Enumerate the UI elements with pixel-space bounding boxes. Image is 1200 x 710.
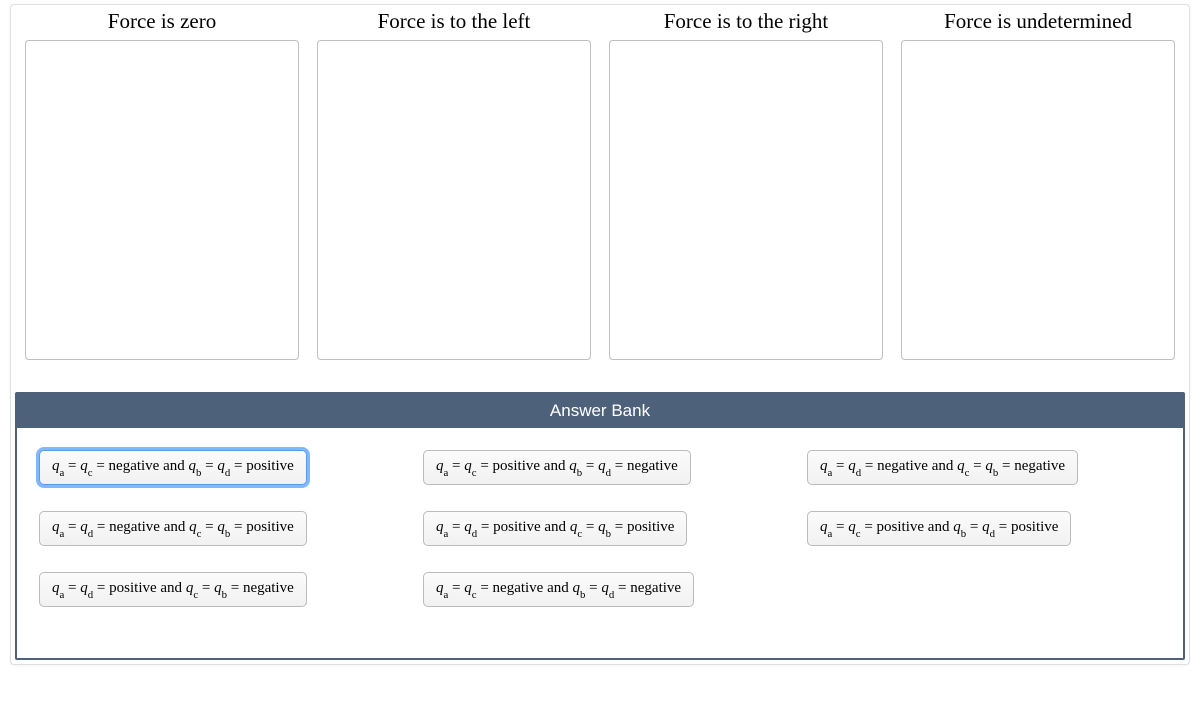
sign-2: positive	[1011, 519, 1059, 535]
answer-chip[interactable]: qa = qc = negative and qb = qd = negativ…	[423, 572, 694, 607]
drop-column: Force is to the right	[609, 7, 883, 360]
drop-column-title: Force is to the left	[317, 7, 591, 40]
answer-chip[interactable]: qa = qd = negative and qc = qb = negativ…	[807, 450, 1078, 485]
sign-1: negative	[493, 580, 544, 596]
answer-bank-title: Answer Bank	[17, 394, 1183, 428]
drop-column-title: Force is to the right	[609, 7, 883, 40]
sign-2: positive	[246, 519, 294, 535]
sign-2: positive	[246, 458, 294, 474]
sign-2: negative	[627, 458, 678, 474]
answer-chip[interactable]: qa = qd = negative and qc = qb = positiv…	[39, 511, 307, 546]
answer-chip[interactable]: qa = qc = positive and qb = qd = positiv…	[807, 511, 1071, 546]
answer-bank-cell: qa = qc = negative and qb = qd = negativ…	[423, 572, 775, 607]
answer-bank-cell: qa = qd = positive and qc = qb = positiv…	[423, 511, 775, 546]
sign-1: positive	[493, 519, 541, 535]
drop-column-title: Force is undetermined	[901, 7, 1175, 40]
drop-zone-row: Force is zero Force is to the left Force i…	[11, 5, 1189, 370]
answer-bank-grid: qa = qc = negative and qb = qd = positiv…	[39, 450, 1161, 607]
answer-chip[interactable]: qa = qc = positive and qb = qd = negativ…	[423, 450, 691, 485]
drop-column: Force is undetermined	[901, 7, 1175, 360]
sign-2: negative	[1014, 458, 1065, 474]
answer-chip[interactable]: qa = qd = positive and qc = qb = positiv…	[423, 511, 687, 546]
sign-1: negative	[877, 458, 928, 474]
drop-column: Force is to the left	[317, 7, 591, 360]
answer-bank-cell: qa = qd = negative and qc = qb = negativ…	[807, 450, 1159, 485]
answer-bank-cell: qa = qc = positive and qb = qd = positiv…	[807, 511, 1159, 546]
question-card: Force is zero Force is to the left Force i…	[10, 4, 1190, 665]
sign-2: negative	[630, 580, 681, 596]
sign-1: positive	[877, 519, 925, 535]
sign-2: positive	[627, 519, 675, 535]
sign-2: negative	[243, 580, 294, 596]
sign-1: positive	[493, 458, 541, 474]
answer-bank-cell: qa = qc = positive and qb = qd = negativ…	[423, 450, 775, 485]
answer-chip[interactable]: qa = qc = negative and qb = qd = positiv…	[39, 450, 307, 485]
sign-1: negative	[109, 519, 160, 535]
drop-zone[interactable]	[317, 40, 591, 360]
answer-chip[interactable]: qa = qd = positive and qc = qb = negativ…	[39, 572, 307, 607]
answer-bank: Answer Bank qa = qc = negative and qb = …	[15, 392, 1185, 660]
drop-zone[interactable]	[609, 40, 883, 360]
answer-bank-cell: qa = qd = negative and qc = qb = positiv…	[39, 511, 391, 546]
sign-1: positive	[109, 580, 157, 596]
answer-bank-cell: qa = qd = positive and qc = qb = negativ…	[39, 572, 391, 607]
drop-column-title: Force is zero	[25, 7, 299, 40]
answer-bank-body: qa = qc = negative and qb = qd = positiv…	[17, 428, 1183, 658]
sign-1: negative	[109, 458, 160, 474]
drop-zone[interactable]	[901, 40, 1175, 360]
drop-column: Force is zero	[25, 7, 299, 360]
answer-bank-cell: qa = qc = negative and qb = qd = positiv…	[39, 450, 391, 485]
drop-zone[interactable]	[25, 40, 299, 360]
